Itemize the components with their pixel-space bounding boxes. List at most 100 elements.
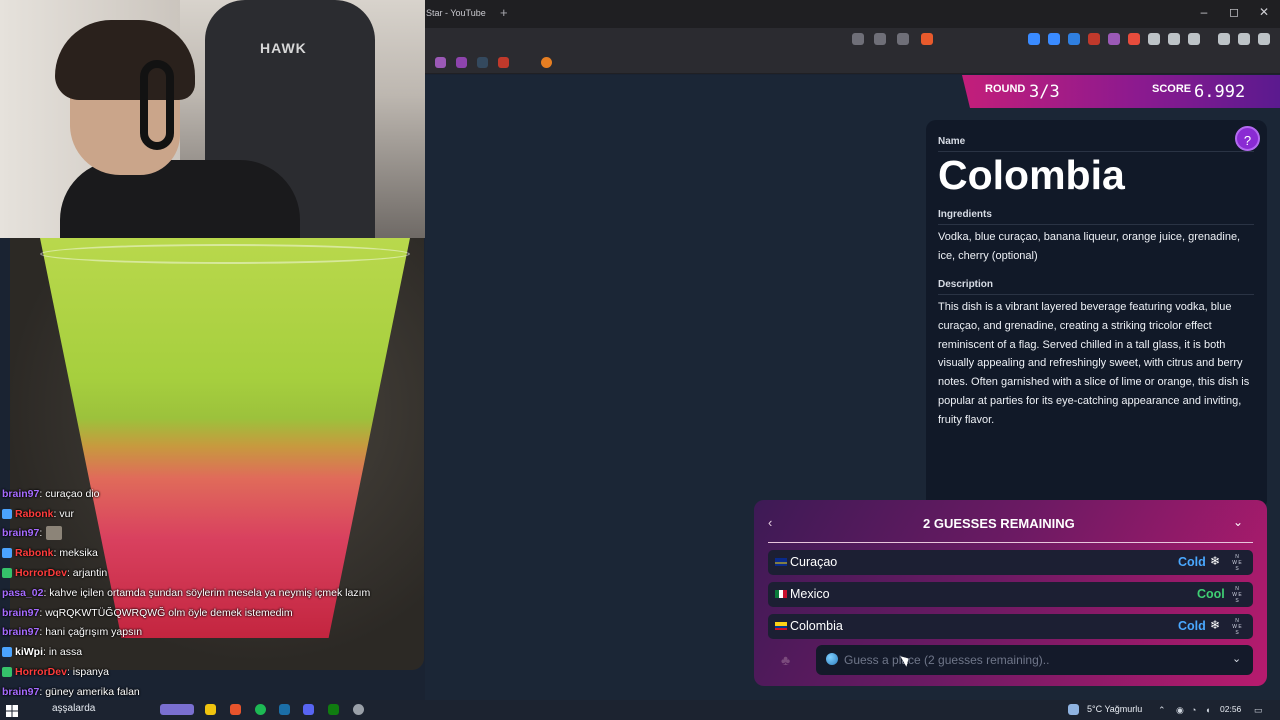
chat-message: brain97: wqRQKWTÜĞQWRQWĞ olm öyle demek … bbox=[2, 603, 422, 623]
help-icon[interactable]: ? bbox=[1235, 126, 1260, 151]
share-icon[interactable] bbox=[897, 33, 909, 45]
taskbar: aşşalarda 5°C Yağmurlu ⌃ ◉ ◔ ◖ 02:56 ▭ bbox=[0, 700, 1280, 720]
maximize-button[interactable]: ◻ bbox=[1225, 5, 1243, 19]
guess-name: Curaçao bbox=[790, 555, 838, 569]
globe-icon bbox=[826, 653, 838, 665]
chat-message: kiWpi: in assa bbox=[2, 642, 422, 662]
guess-name: Mexico bbox=[790, 587, 830, 601]
wifi-icon[interactable]: ◔ bbox=[1191, 705, 1196, 715]
badge-icon bbox=[2, 568, 12, 579]
wallet-icon[interactable] bbox=[1238, 33, 1250, 45]
puzzle-icon[interactable] bbox=[1168, 33, 1180, 45]
network-icon[interactable]: ◉ bbox=[1176, 705, 1184, 716]
badge-icon bbox=[2, 647, 12, 658]
chat-text: : arjantin bbox=[66, 567, 108, 580]
taskbar-app-icon[interactable] bbox=[160, 704, 194, 715]
chat-username: brain97 bbox=[2, 487, 40, 500]
close-button[interactable]: ✕ bbox=[1255, 5, 1273, 19]
chat-text: : ispanya bbox=[66, 666, 109, 679]
chat-text: : wqRQKWTÜĞQWRQWĞ olm öyle demek istemed… bbox=[39, 606, 293, 619]
extension-icon[interactable] bbox=[1028, 33, 1040, 45]
chat-text: : vur bbox=[53, 507, 74, 520]
hint-icon[interactable]: ♣ bbox=[781, 652, 790, 668]
cast-icon[interactable] bbox=[852, 33, 864, 45]
weather-text[interactable]: 5°C Yağmurlu bbox=[1087, 704, 1142, 714]
notification-icon[interactable]: ▭ bbox=[1254, 705, 1263, 716]
extension-icon[interactable] bbox=[1068, 33, 1080, 45]
chevron-up-icon[interactable]: ⌃ bbox=[1158, 705, 1166, 716]
windows-start-icon[interactable] bbox=[6, 704, 18, 717]
compass-icon: NW ES bbox=[1232, 554, 1242, 572]
divider bbox=[938, 294, 1254, 295]
extension-icon[interactable] bbox=[1188, 33, 1200, 45]
snowflake-icon: ❄ bbox=[1210, 554, 1221, 568]
chat-overlay: brain97: curaçao dio Rabonk: vur brain97… bbox=[2, 484, 422, 702]
chat-username: kiWpi bbox=[15, 646, 43, 659]
chat-message: brain97: hani çağrışım yapsın bbox=[2, 623, 422, 643]
bookmark-icon[interactable] bbox=[477, 57, 488, 68]
volume-icon[interactable]: ◖ bbox=[1205, 705, 1210, 715]
spotify-icon[interactable] bbox=[255, 704, 266, 715]
sidebar-icon[interactable] bbox=[1218, 33, 1230, 45]
extension-icon[interactable] bbox=[1048, 33, 1060, 45]
round-label: ROUND bbox=[985, 83, 1026, 95]
webcam-overlay: HAWK bbox=[0, 0, 425, 238]
file-explorer-icon[interactable] bbox=[205, 704, 216, 715]
chat-message: HorrorDev: arjantin bbox=[2, 563, 422, 583]
streamer-hair bbox=[55, 20, 195, 100]
divider bbox=[768, 542, 1253, 543]
glass-rim bbox=[40, 244, 410, 264]
clock[interactable]: 02:56 bbox=[1220, 704, 1241, 714]
extension-icon[interactable] bbox=[1108, 33, 1120, 45]
chat-message: Rabonk: meksika bbox=[2, 543, 422, 563]
bookmark-icon[interactable] bbox=[541, 57, 552, 68]
compass-icon: NW ES bbox=[1232, 586, 1242, 604]
minimize-button[interactable]: – bbox=[1195, 5, 1213, 19]
bookmark-icon[interactable] bbox=[435, 57, 446, 68]
obs-icon[interactable] bbox=[353, 704, 364, 715]
taskbar-search[interactable]: aşşalarda bbox=[52, 703, 95, 714]
chat-username: Rabonk bbox=[15, 547, 54, 560]
chat-message: brain97: bbox=[2, 524, 422, 544]
chevron-left-icon[interactable]: ‹ bbox=[768, 515, 772, 530]
ublock-icon[interactable] bbox=[1088, 33, 1100, 45]
translate-icon[interactable] bbox=[874, 33, 886, 45]
flag-icon bbox=[775, 558, 787, 566]
chat-username: brain97 bbox=[2, 527, 40, 540]
chat-username: brain97 bbox=[2, 685, 40, 698]
chat-username: HorrorDev bbox=[15, 666, 67, 679]
snowflake-icon: ❄ bbox=[1210, 618, 1221, 632]
flag-icon bbox=[775, 622, 787, 630]
chat-message: pasa_02: kahve içilen ortamda şundan söy… bbox=[2, 583, 422, 603]
brave-browser-icon[interactable] bbox=[230, 704, 241, 715]
extension-icon[interactable] bbox=[1148, 33, 1160, 45]
chat-text: : bbox=[39, 527, 43, 540]
steam-icon[interactable] bbox=[279, 704, 290, 715]
xbox-icon[interactable] bbox=[328, 704, 339, 715]
chat-text: : güney amerika falan bbox=[39, 685, 140, 698]
bookmark-icon[interactable] bbox=[498, 57, 509, 68]
browser-tab-title[interactable]: Star - YouTube bbox=[426, 8, 486, 18]
menu-icon[interactable] bbox=[1258, 33, 1270, 45]
guess-row: Curaçao Cold ❄ NW ES bbox=[768, 550, 1253, 575]
compass-icon: NW ES bbox=[1232, 618, 1242, 636]
divider bbox=[938, 224, 1254, 225]
country-name: Colombia bbox=[938, 152, 1125, 198]
new-tab-button[interactable]: + bbox=[500, 5, 508, 20]
chat-username: Rabonk bbox=[15, 507, 54, 520]
guesses-remaining-title: 2 GUESSES REMAINING bbox=[923, 516, 1075, 531]
flag-icon bbox=[775, 590, 787, 598]
badge-icon bbox=[2, 667, 12, 678]
guess-input[interactable] bbox=[844, 650, 1224, 670]
extension-icon[interactable] bbox=[1128, 33, 1140, 45]
brave-shield-icon[interactable] bbox=[921, 33, 933, 45]
chat-text: : in assa bbox=[43, 646, 83, 659]
badge-icon bbox=[2, 548, 12, 559]
chat-text: : kahve içilen ortamda şundan söylerim m… bbox=[43, 586, 371, 599]
screen: Star - YouTube + – ◻ ✕ ROUND 3/3 SCORE 6… bbox=[0, 0, 1280, 720]
discord-icon[interactable] bbox=[303, 704, 314, 715]
chevron-down-icon[interactable]: ⌄ bbox=[1233, 515, 1243, 529]
round-value: 3/3 bbox=[1029, 82, 1060, 102]
chevron-down-icon[interactable]: ⌄ bbox=[1232, 652, 1241, 665]
twitch-bookmark-icon[interactable] bbox=[456, 57, 467, 68]
